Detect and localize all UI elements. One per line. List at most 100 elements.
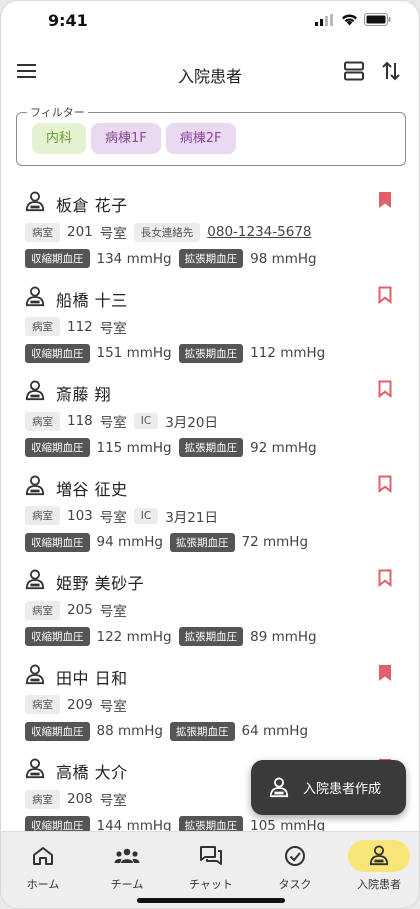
room-suffix: 号室 (99, 698, 127, 715)
bookmark-filled-icon[interactable] (378, 664, 392, 686)
systolic-tag: 収縮期血圧 (25, 627, 90, 646)
home-indicator (137, 898, 285, 903)
patient-icon (25, 569, 45, 595)
bookmark-filled-icon[interactable] (378, 191, 392, 213)
filter-box: フィルター 内科 病棟1F 病棟2F (16, 104, 406, 166)
patient-list-item[interactable]: 板倉 花子 病室 201 号室 長女連絡先 080-1234-5678 収縮期血圧 134 m… (1, 181, 419, 276)
filter-chip-internal[interactable]: 内科 (32, 123, 87, 154)
systolic-value: 88 mmHg (97, 723, 164, 739)
battery-icon (364, 13, 391, 26)
patient-name-row: 船橋 十三 (25, 286, 128, 312)
bookmark-outline-icon[interactable] (378, 475, 392, 497)
systolic-number: 94 (96, 534, 114, 550)
systolic-number: 151 (96, 345, 123, 361)
room-number: 201 (67, 224, 93, 240)
systolic-value: 122 mmHg (97, 629, 172, 645)
patient-icon (269, 777, 289, 797)
home-icon (12, 840, 74, 872)
nav-item-patient[interactable]: 入院患者 (337, 840, 419, 892)
room-number: 112 (67, 318, 93, 335)
diastolic-value: 72 mmHg (242, 534, 309, 550)
patient-name-row: 板倉 花子 (25, 191, 128, 217)
diastolic-unit: mmHg (263, 534, 309, 550)
team-icon (96, 840, 158, 872)
blood-pressure-row: 収縮期血圧 134 mmHg 拡張期血圧 98 mmHg (25, 249, 317, 268)
diastolic-tag: 拡張期血圧 (178, 627, 244, 646)
blood-pressure-row: 収縮期血圧 88 mmHg 拡張期血圧 64 mmHg (25, 721, 308, 741)
nav-item-team[interactable]: チーム (85, 840, 169, 892)
app-screen: 9:41 入院患者 フィルター 内科 病棟1F 病棟2F 板倉 花子 病室 20… (0, 0, 420, 909)
patient-icon (25, 758, 45, 784)
patient-icon (25, 664, 45, 690)
ic-date: 3月20日 (165, 415, 218, 431)
blood-pressure-row: 収縮期血圧 94 mmHg 拡張期血圧 72 mmHg (25, 532, 309, 552)
filter-chips: 内科 病棟1F 病棟2F (32, 123, 236, 154)
patient-list-item[interactable]: 船橋 十三 病室 112 号室 収縮期血圧 151 mmHg 拡張期血圧 112 mmHg (1, 276, 419, 371)
room-suffix: 号室 (99, 320, 127, 337)
diastolic-unit: mmHg (271, 628, 317, 645)
systolic-number: 122 (96, 628, 123, 645)
room-tag: 病室 (25, 600, 60, 620)
room-suffix: 号室 (99, 415, 127, 431)
patient-icon (25, 475, 45, 501)
contact-phone-link[interactable]: 080-1234-5678 (207, 224, 311, 240)
patient-name: 増谷 征史 (56, 479, 128, 499)
patient-list-item[interactable]: 斎藤 翔病室 118 号室 IC 3月20日 収縮期血圧 115 mmHg 拡張期血圧 92 m… (1, 370, 419, 465)
nav-item-task[interactable]: タスク (253, 840, 337, 892)
ic-tag: IC (133, 507, 159, 524)
room-number: 205 (67, 602, 93, 618)
diastolic-value: 112 mmHg (250, 345, 325, 361)
chat-icon (180, 840, 242, 872)
signal-icon (315, 13, 333, 26)
diastolic-tag: 拡張期血圧 (178, 343, 244, 363)
nav-item-label: ホーム (26, 878, 60, 891)
create-patient-fab[interactable]: 入院患者作成 (251, 760, 406, 815)
systolic-tag: 収縮期血圧 (25, 343, 90, 363)
room-suffix: 号室 (99, 226, 127, 242)
wifi-icon (342, 14, 357, 26)
bookmark-outline-icon[interactable] (378, 569, 392, 591)
room-number: 103 (67, 507, 93, 524)
diastolic-number: 72 (241, 534, 259, 550)
blood-pressure-row: 収縮期血圧 151 mmHg 拡張期血圧 112 mmHg (25, 343, 325, 363)
filter-chip-ward-1f[interactable]: 病棟1F (91, 123, 161, 154)
room-number: 118 (67, 413, 93, 429)
room-number: 209 (67, 696, 93, 713)
systolic-number: 88 (96, 723, 114, 739)
diastolic-unit: mmHg (271, 439, 317, 456)
patient-name-row: 高橋 大介 (25, 758, 128, 784)
nav-item-chat[interactable]: チャット (169, 840, 253, 892)
app-bar: 入院患者 (1, 51, 419, 95)
patient-name: 高橋 大介 (56, 763, 128, 782)
sort-button[interactable] (381, 60, 401, 86)
patient-list-item[interactable]: 田中 日和 病室 209 号室 収縮期血圧 88 mmHg 拡張期血圧 64 mmHg (1, 654, 419, 749)
systolic-tag: 収縮期血圧 (25, 721, 90, 741)
room-suffix: 号室 (99, 793, 127, 809)
systolic-unit: mmHg (126, 250, 172, 267)
fab-label: 入院患者作成 (303, 782, 382, 797)
ic-tag: IC (133, 413, 159, 429)
systolic-number: 134 (96, 250, 123, 267)
patient-name: 斎藤 翔 (56, 385, 112, 404)
systolic-unit: mmHg (117, 723, 164, 739)
room-row: 病室 201 号室 長女連絡先 080-1234-5678 (25, 222, 312, 242)
filter-legend: フィルター (27, 104, 88, 120)
systolic-unit: mmHg (126, 345, 172, 361)
patient-icon (25, 191, 45, 217)
patient-list-item[interactable]: 増谷 征史病室 103 号室 IC 3月21日収縮期血圧 94 mmHg 拡張期血圧 72 m… (1, 465, 419, 560)
patient-name: 船橋 十三 (56, 290, 128, 310)
room-row: 病室 103 号室 IC 3月21日 (25, 506, 218, 526)
view-toggle-button[interactable] (343, 60, 365, 86)
systolic-tag: 収縮期血圧 (25, 249, 90, 268)
bookmark-outline-icon[interactable] (378, 380, 392, 402)
systolic-unit: mmHg (126, 628, 172, 645)
bookmark-outline-icon[interactable] (378, 286, 392, 308)
patient-list-item[interactable]: 姫野 美砂子 病室 205 号室 収縮期血圧 122 mmHg 拡張期血圧 89 mmHg (1, 559, 419, 654)
filter-chip-ward-2f[interactable]: 病棟2F (165, 123, 236, 154)
diastolic-tag: 拡張期血圧 (178, 438, 244, 457)
diastolic-number: 112 (250, 345, 276, 361)
blood-pressure-row: 収縮期血圧 115 mmHg 拡張期血圧 92 mmHg (25, 438, 317, 457)
nav-item-label: 入院患者 (357, 878, 401, 891)
nav-item-label: タスク (278, 878, 312, 891)
nav-item-home[interactable]: ホーム (1, 840, 85, 892)
